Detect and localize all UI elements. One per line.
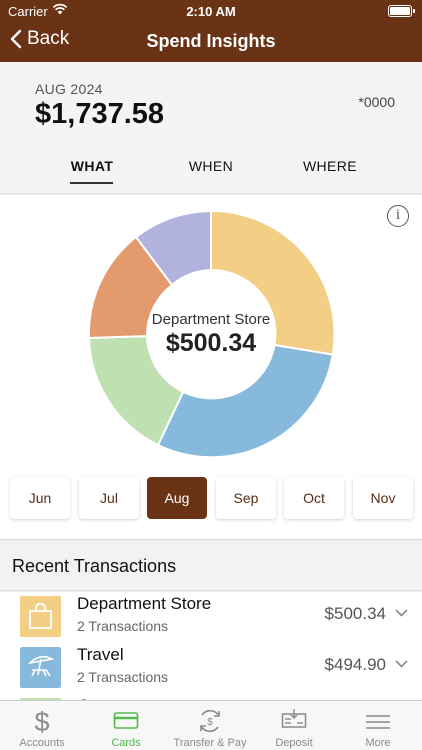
tab-label: Cards [111, 737, 141, 749]
month-aug[interactable]: Aug [147, 477, 207, 519]
clock: 2:10 AM [186, 4, 236, 19]
tab-deposit[interactable]: Deposit [252, 701, 336, 750]
account-number: *0000 [358, 94, 395, 110]
tab-accounts[interactable]: $ Accounts [0, 701, 84, 750]
tab-transfer-pay[interactable]: $ Transfer & Pay [168, 701, 252, 750]
tab-label: Transfer & Pay [173, 737, 247, 749]
list-item[interactable]: Travel 2 Transactions $494.90 [0, 643, 422, 694]
tab-label: Deposit [275, 737, 313, 749]
transaction-count: 2 Transactions [77, 618, 169, 634]
month-sep[interactable]: Sep [216, 477, 276, 519]
navigation-bar: Back Spend Insights [0, 22, 422, 62]
deposit-check-icon [281, 709, 307, 728]
svg-text:$: $ [34, 707, 49, 736]
tab-what[interactable]: WHAT [47, 158, 137, 184]
transfer-icon: $ [200, 709, 220, 733]
spend-chart-panel: i Department Store $500.34 Jun Jul Aug S… [0, 195, 422, 540]
month-jun[interactable]: Jun [10, 477, 70, 519]
status-bar: Carrier 2:10 AM [0, 0, 422, 22]
tab-when[interactable]: WHEN [166, 158, 256, 174]
period-label: AUG 2024 [35, 81, 103, 97]
selected-category-label: Department Store [151, 311, 271, 328]
recent-transactions-heading: Recent Transactions [12, 556, 177, 576]
insight-tabs: WHAT WHEN WHERE [0, 158, 422, 188]
menu-icon [366, 715, 390, 729]
tab-more[interactable]: More [336, 701, 420, 750]
tab-cards[interactable]: Cards [84, 701, 168, 750]
page-title: Spend Insights [146, 31, 276, 51]
selected-category-amount: $500.34 [165, 329, 257, 357]
category-amount: $494.90 [324, 655, 386, 674]
tab-label: More [365, 737, 391, 749]
chevron-down-icon[interactable] [395, 660, 408, 668]
spend-summary: AUG 2024 $1,737.58 *0000 WHAT WHEN WHERE [0, 62, 422, 194]
dollar-icon: $ [34, 707, 49, 736]
recent-transactions-header: Recent Transactions [0, 541, 422, 591]
transaction-count: 2 Transactions [77, 669, 169, 685]
card-icon [113, 712, 139, 729]
category-name: Department Store [77, 594, 212, 613]
total-spend-amount: $1,737.58 [35, 98, 165, 130]
month-selector: Jun Jul Aug Sep Oct Nov [0, 477, 422, 519]
beach-chair-icon [20, 647, 61, 688]
tab-where[interactable]: WHERE [285, 158, 375, 174]
transactions-list: Department Store 2 Transactions $500.34 … [0, 592, 422, 700]
month-oct[interactable]: Oct [284, 477, 344, 519]
bottom-tab-bar: $ Accounts Cards $ Transfer & Pay Deposi… [0, 700, 422, 750]
shopping-bag-icon [20, 596, 61, 637]
svg-text:$: $ [207, 717, 213, 728]
category-amount: $500.34 [324, 604, 386, 623]
info-icon[interactable]: i [387, 205, 409, 227]
category-name: Travel [77, 645, 124, 664]
month-jul[interactable]: Jul [79, 477, 139, 519]
month-nov[interactable]: Nov [353, 477, 413, 519]
tab-label: Accounts [19, 737, 65, 749]
list-item[interactable]: Department Store 2 Transactions $500.34 [0, 592, 422, 643]
chevron-down-icon[interactable] [395, 609, 408, 617]
battery-icon [388, 5, 415, 17]
